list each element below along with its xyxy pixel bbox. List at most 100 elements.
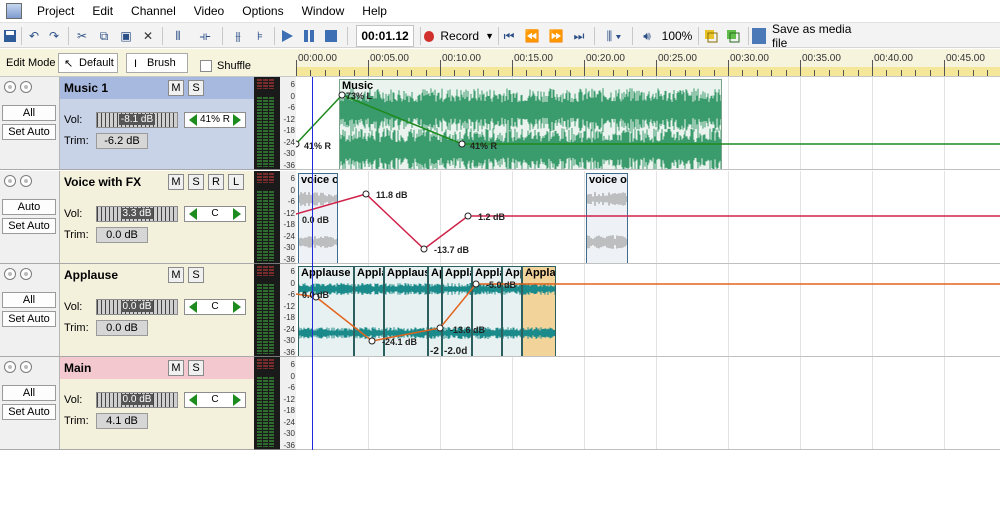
solo-button[interactable]: S [188,80,204,96]
set-auto-button[interactable]: Set Auto [2,218,56,234]
forward-icon[interactable]: ⏩ [546,26,566,46]
mute-button[interactable]: M [168,267,184,283]
pan-right-icon[interactable] [233,208,241,220]
trim-value[interactable]: -6.2 dB [96,133,148,149]
track-color-icon[interactable] [702,26,720,46]
automation-toggle[interactable] [20,361,32,373]
expand-toggle[interactable] [4,81,16,93]
lane-main[interactable] [296,357,1000,450]
ruler-tick [540,70,542,76]
pan-envelope[interactable] [296,77,1000,170]
set-auto-button[interactable]: Set Auto [2,311,56,327]
menu-edit[interactable]: Edit [83,0,122,22]
track-title-bar[interactable]: Music 1 [60,77,254,99]
set-auto-button[interactable]: Set Auto [2,404,56,420]
pan-left-icon[interactable] [189,114,197,126]
pan-left-icon[interactable] [189,301,197,313]
pan-left-icon[interactable] [189,394,197,406]
automation-mode-button[interactable]: All [2,292,56,308]
lane-applause[interactable]: ApplauseApplaApplauseApApplaApplaApplaus… [296,264,1000,357]
delete-icon[interactable]: ✕ [140,26,156,46]
trim-icon[interactable]: ⟛ [194,26,216,46]
pan-left-icon[interactable] [189,208,197,220]
mute-button[interactable]: M [168,80,184,96]
trim-value[interactable]: 4.1 dB [96,413,148,429]
volume-envelope[interactable] [296,171,1000,264]
volume-icon[interactable]: 🔊︎ [636,26,658,46]
volume-slider[interactable]: -8.1 dB [96,112,178,128]
volume-slider[interactable]: 3.3 dB [96,206,178,222]
playhead[interactable] [312,77,313,450]
lane-music[interactable]: Music 73% L 41% R 41% R [296,77,1000,170]
track-name: Main [64,361,92,375]
expand-toggle[interactable] [4,268,16,280]
save-icon[interactable] [2,26,18,46]
expand-toggle[interactable] [4,175,16,187]
menu-help[interactable]: Help [353,0,396,22]
record-button[interactable]: Record ▼ [424,26,494,46]
pan-right-icon[interactable] [233,301,241,313]
go-start-icon[interactable]: ⏮ [500,26,518,46]
menu-window[interactable]: Window [293,0,354,22]
automation-toggle[interactable] [20,81,32,93]
paste-icon[interactable]: ▣ [118,26,134,46]
automation-mode-button[interactable]: Auto [2,199,56,215]
mute-button[interactable]: M [168,174,184,190]
pan-control[interactable]: 41% R [184,112,246,128]
trim-value[interactable]: 0.0 dB [96,227,148,243]
automation-mode-button[interactable]: All [2,105,56,121]
expand-toggle[interactable] [4,361,16,373]
rewind-icon[interactable]: ⏪ [522,26,542,46]
ruler-label: 00:30.00 [730,53,769,64]
lock-button[interactable]: L [228,174,244,190]
ruler-tick [324,70,326,76]
copy-icon[interactable]: ⧉ [96,26,112,46]
default-mode-button[interactable]: ↖ Default [58,53,118,73]
automation-mode-button[interactable]: All [2,385,56,401]
volume-slider[interactable]: 0.0 dB [96,392,178,408]
brush-mode-button[interactable]: I Brush [126,53,188,73]
solo-button[interactable]: S [188,174,204,190]
undo-icon[interactable]: ↶ [26,26,42,46]
record-button[interactable]: R [208,174,224,190]
split-icon[interactable]: ⫴ [168,26,188,46]
pause-icon[interactable] [300,26,318,46]
go-end-icon[interactable]: ⏭ [570,26,588,46]
menu-video[interactable]: Video [185,0,233,22]
ruler-tick [684,70,686,76]
cut-icon[interactable]: ✂ [74,26,90,46]
pan-right-icon[interactable] [233,114,241,126]
menu-channel[interactable]: Channel [122,0,185,22]
db-scale: 6 0 -6 -12 -18 -24 -30 -36 [280,77,296,170]
pan-right-icon[interactable] [233,394,241,406]
lane-voice[interactable]: voice ov voice ov 0.0 dB 11.8 dB -13.7 d… [296,171,1000,264]
set-auto-button[interactable]: Set Auto [2,124,56,140]
mute-button[interactable]: M [168,360,184,376]
volume-slider[interactable]: 0.0 dB [96,299,178,315]
menu-options[interactable]: Options [233,0,292,22]
track-title-bar[interactable]: Main [60,357,254,379]
track-title-bar[interactable]: Voice with FX [60,171,254,193]
pan-control[interactable]: C [184,206,246,222]
automation-toggle[interactable] [20,268,32,280]
solo-button[interactable]: S [188,267,204,283]
play-icon[interactable] [278,26,296,46]
pan-control[interactable]: C [184,392,246,408]
join-icon[interactable]: ⫵ [228,26,248,46]
redo-icon[interactable]: ↷ [46,26,62,46]
shuffle-toggle[interactable]: Shuffle [200,60,251,72]
menu-project[interactable]: Project [28,0,83,22]
timeline-ruler[interactable]: 00:00.00 00:05.00 00:10.00 00:15.00 00:2… [296,49,1000,77]
trim-value[interactable]: 0.0 dB [96,320,148,336]
snap-icon[interactable]: ⊧ [250,26,270,46]
automation-toggle[interactable] [20,175,32,187]
grid-line [440,357,441,449]
track-title-bar[interactable]: Applause [60,264,254,286]
stop-icon[interactable] [322,26,340,46]
save-media-button[interactable]: Save as media file [752,22,870,50]
track-group-icon[interactable] [724,26,742,46]
shuffle-checkbox[interactable] [200,60,212,72]
solo-button[interactable]: S [188,360,204,376]
pan-control[interactable]: C [184,299,246,315]
grid-icon[interactable]: ⫼ ▾ [600,26,628,46]
